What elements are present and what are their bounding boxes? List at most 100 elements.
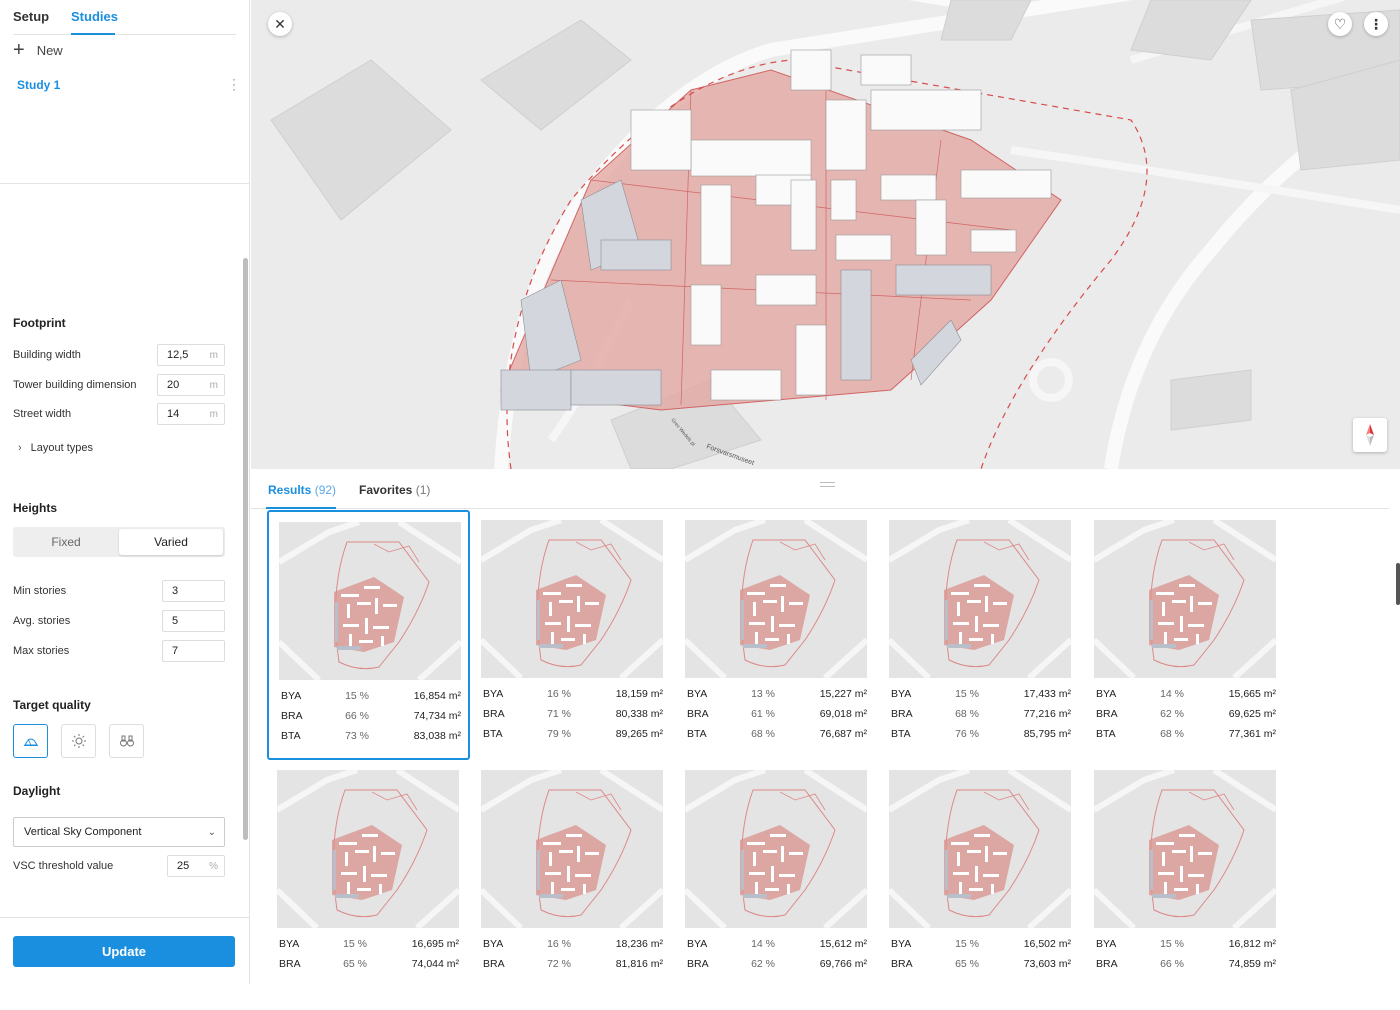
metric-label: BRA bbox=[891, 708, 913, 720]
metric-percent: 14 % bbox=[751, 938, 775, 950]
close-button[interactable]: ✕ bbox=[268, 12, 292, 36]
metric-area: 69,625 m² bbox=[1228, 708, 1276, 720]
favorite-button[interactable]: ♡ bbox=[1328, 12, 1352, 36]
sidebar-scrollbar[interactable] bbox=[243, 258, 248, 840]
result-thumbnail bbox=[685, 770, 867, 928]
max-stories-input[interactable]: 7 bbox=[162, 640, 225, 662]
study-list-item[interactable]: Study 1 bbox=[17, 78, 60, 92]
metric-row-bra: BRA 68 % 77,216 m² bbox=[891, 708, 1071, 722]
metric-percent: 62 % bbox=[1160, 708, 1184, 720]
metric-percent: 66 % bbox=[1160, 958, 1184, 970]
footprint-title: Footprint bbox=[13, 316, 66, 330]
heights-title: Heights bbox=[13, 501, 58, 515]
result-card[interactable]: BYA 15 % 17,433 m² BRA 68 % 77,216 m² BTA 76 % 8… bbox=[879, 510, 1082, 760]
result-thumbnail bbox=[481, 770, 663, 928]
results-scrollbar[interactable] bbox=[1396, 563, 1400, 605]
min-stories-input[interactable]: 3 bbox=[162, 580, 225, 602]
tab-studies[interactable]: Studies bbox=[71, 9, 118, 24]
compass-button[interactable] bbox=[1353, 418, 1387, 452]
daylight-method-select[interactable]: Vertical Sky Component ⌄ bbox=[13, 817, 225, 847]
metric-percent: 15 % bbox=[955, 688, 979, 700]
metric-area: 74,859 m² bbox=[1228, 958, 1276, 970]
tab-setup[interactable]: Setup bbox=[13, 9, 49, 24]
chevron-right-icon: › bbox=[18, 442, 22, 454]
metric-label: BTA bbox=[687, 728, 707, 740]
more-options-button[interactable]: ⋮ bbox=[1364, 12, 1388, 36]
metric-row-bra: BRA 62 % 69,625 m² bbox=[1096, 708, 1276, 722]
tab-active-indicator bbox=[71, 33, 115, 35]
metric-row-bya: BYA 15 % 17,433 m² bbox=[891, 688, 1071, 702]
metric-label: BRA bbox=[279, 958, 301, 970]
metric-label: BYA bbox=[687, 688, 708, 700]
metric-percent: 16 % bbox=[547, 688, 571, 700]
vsc-threshold-label: VSC threshold value bbox=[13, 860, 114, 872]
tab-results[interactable]: Results (92) bbox=[268, 483, 336, 497]
map-3d-view[interactable]: Forsvarsmuseet Grev Wedels pl ✕ ♡ ⋮ bbox=[251, 0, 1400, 469]
metric-label: BRA bbox=[281, 710, 303, 722]
metric-row-bya: BYA 15 % 16,695 m² bbox=[279, 938, 459, 952]
result-thumbnail bbox=[889, 520, 1071, 678]
building-width-input[interactable]: 12,5 m bbox=[157, 344, 225, 366]
results-tab-label: Results bbox=[268, 483, 312, 497]
metric-area: 69,018 m² bbox=[819, 708, 867, 720]
sunlight-quality-button[interactable] bbox=[61, 724, 96, 758]
max-stories-value: 7 bbox=[172, 645, 179, 657]
panel-resize-handle[interactable] bbox=[820, 482, 835, 487]
daylight-quality-button[interactable] bbox=[13, 724, 48, 758]
result-card[interactable]: BYA 15 % 16,695 m² BRA 65 % 74,044 m² bbox=[267, 760, 470, 1010]
result-thumbnail bbox=[279, 522, 461, 680]
metric-percent: 65 % bbox=[343, 958, 367, 970]
metric-row-bta: BTA 79 % 89,265 m² bbox=[483, 728, 663, 742]
metric-row-bra: BRA 71 % 80,338 m² bbox=[483, 708, 663, 722]
metric-row-bra: BRA 65 % 74,044 m² bbox=[279, 958, 459, 972]
metric-label: BRA bbox=[687, 958, 709, 970]
metric-percent: 72 % bbox=[547, 958, 571, 970]
new-study-button[interactable]: + New bbox=[13, 40, 63, 60]
favorites-tab-label: Favorites bbox=[359, 483, 413, 497]
metric-area: 15,227 m² bbox=[819, 688, 867, 700]
update-button[interactable]: Update bbox=[13, 936, 235, 967]
varied-option[interactable]: Varied bbox=[119, 529, 223, 555]
result-card[interactable]: BYA 15 % 16,854 m² BRA 66 % 74,734 m² BTA 73 % 8… bbox=[267, 510, 470, 760]
result-card[interactable]: BYA 15 % 16,812 m² BRA 66 % 74,859 m² bbox=[1084, 760, 1287, 1010]
sidebar: Setup Studies + New Study 1 · · · Footprin… bbox=[0, 0, 250, 984]
result-card[interactable]: BYA 15 % 16,502 m² BRA 65 % 73,603 m² bbox=[879, 760, 1082, 1010]
study-more-icon[interactable]: · · · bbox=[232, 73, 236, 95]
metric-label: BYA bbox=[483, 938, 504, 950]
result-thumbnail bbox=[685, 520, 867, 678]
result-card[interactable]: BYA 14 % 15,612 m² BRA 62 % 69,766 m² bbox=[675, 760, 878, 1010]
view-quality-button[interactable] bbox=[109, 724, 144, 758]
result-card[interactable]: BYA 16 % 18,159 m² BRA 71 % 80,338 m² BTA 79 % 8… bbox=[471, 510, 674, 760]
metric-area: 76,687 m² bbox=[819, 728, 867, 740]
metric-area: 80,338 m² bbox=[615, 708, 663, 720]
result-card[interactable]: BYA 16 % 18,236 m² BRA 72 % 81,816 m² bbox=[471, 760, 674, 1010]
fixed-option[interactable]: Fixed bbox=[13, 527, 119, 557]
vsc-threshold-input[interactable]: 25 % bbox=[167, 855, 225, 877]
daylight-method-value: Vertical Sky Component bbox=[24, 826, 142, 838]
metric-row-bta: BTA 73 % 83,038 m² bbox=[281, 730, 461, 744]
metric-label: BYA bbox=[1096, 938, 1117, 950]
metric-row-bra: BRA 65 % 73,603 m² bbox=[891, 958, 1071, 972]
metric-row-bya: BYA 15 % 16,502 m² bbox=[891, 938, 1071, 952]
metric-percent: 68 % bbox=[751, 728, 775, 740]
avg-stories-input[interactable]: 5 bbox=[162, 610, 225, 632]
unit-label: m bbox=[209, 408, 218, 420]
tab-favorites[interactable]: Favorites (1) bbox=[359, 483, 430, 497]
metric-area: 18,236 m² bbox=[615, 938, 663, 950]
metric-area: 16,812 m² bbox=[1228, 938, 1276, 950]
result-card[interactable]: BYA 14 % 15,665 m² BRA 62 % 69,625 m² BTA 68 % 7… bbox=[1084, 510, 1287, 760]
tower-dimension-value: 20 bbox=[167, 379, 180, 391]
unit-label: % bbox=[209, 860, 218, 872]
metric-area: 15,612 m² bbox=[819, 938, 867, 950]
tower-dimension-input[interactable]: 20 m bbox=[157, 374, 225, 396]
metric-label: BYA bbox=[281, 690, 302, 702]
metric-label: BRA bbox=[483, 958, 505, 970]
metric-label: BYA bbox=[483, 688, 504, 700]
metric-percent: 62 % bbox=[751, 958, 775, 970]
layout-types-toggle[interactable]: › Layout types bbox=[18, 442, 93, 454]
avg-stories-label: Avg. stories bbox=[13, 615, 71, 627]
metric-percent: 16 % bbox=[547, 938, 571, 950]
unit-label: m bbox=[209, 379, 218, 391]
street-width-input[interactable]: 14 m bbox=[157, 403, 225, 425]
result-card[interactable]: BYA 13 % 15,227 m² BRA 61 % 69,018 m² BTA 68 % 7… bbox=[675, 510, 878, 760]
